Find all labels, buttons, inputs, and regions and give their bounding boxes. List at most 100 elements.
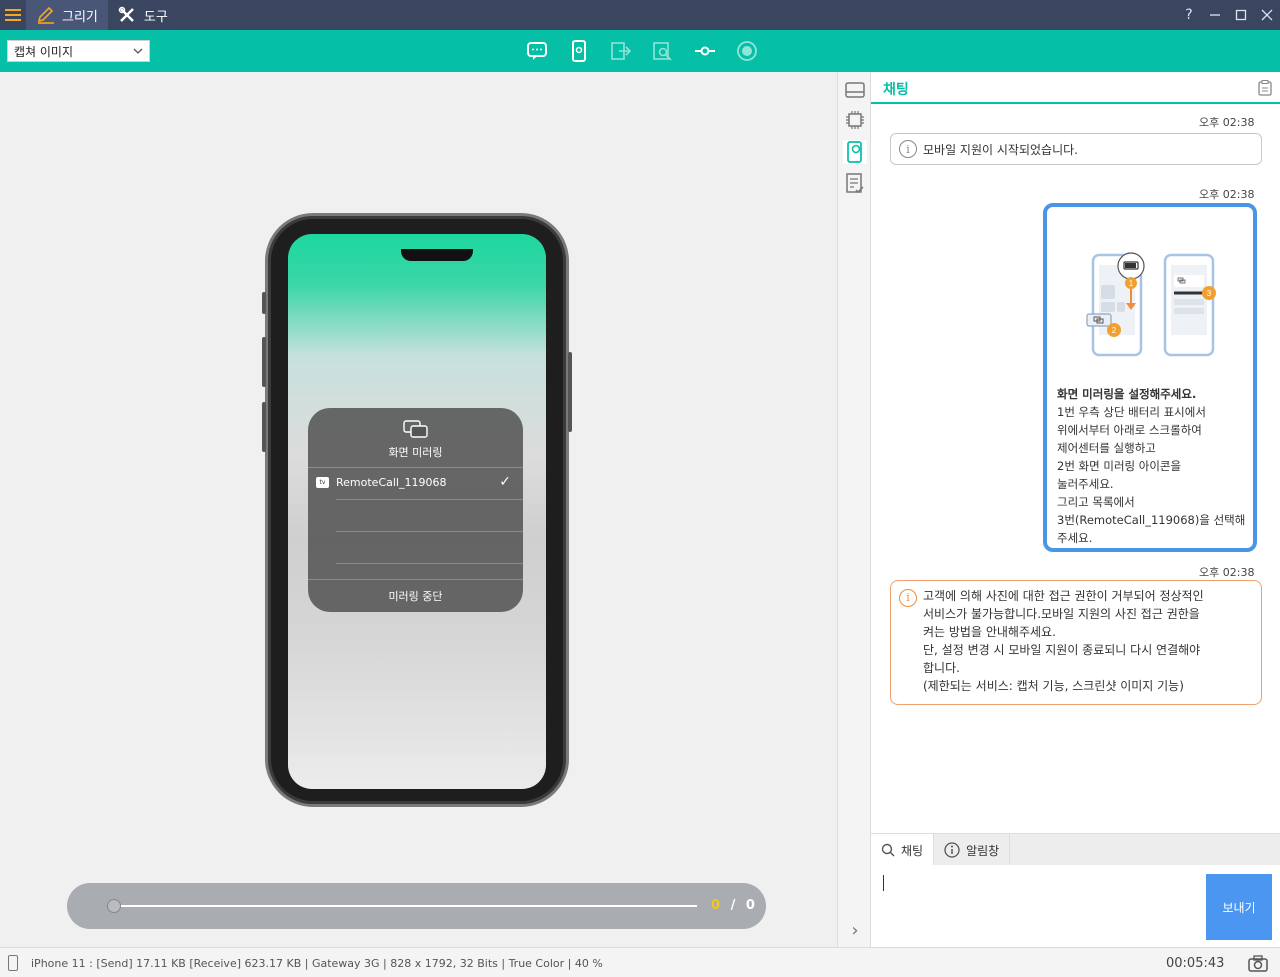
chat-panel: 채팅 오후 02:38 i 모바일 지원이 시작되었습니다. 오후 02:38 …: [871, 72, 1280, 947]
guide-badge-2: 2: [1112, 326, 1117, 335]
message-time: 오후 02:38: [1199, 116, 1255, 129]
warning-message: i 고객에 의해 사진에 대한 접근 권한이 거부되어 정상적인 서비스가 불가…: [890, 580, 1262, 705]
minimize-button[interactable]: [1202, 0, 1228, 30]
text-caret: [883, 875, 884, 891]
guide-line: 3번(RemoteCall_119068)을 선택해: [1057, 513, 1246, 527]
mobile-device-icon[interactable]: [563, 38, 595, 64]
playback-separator: /: [730, 898, 736, 913]
playback-total: 0: [745, 898, 755, 913]
chip-icon[interactable]: [843, 108, 867, 132]
screen-mirroring-icon: [403, 420, 429, 441]
link-icon[interactable]: [689, 38, 721, 64]
playback-knob[interactable]: [107, 899, 121, 913]
guide-line: 그리고 목록에서: [1057, 495, 1135, 509]
mirroring-guide-illustration: 1 2 3: [1086, 252, 1216, 357]
toolbar: 캡쳐 이미지: [0, 30, 1280, 72]
guide-text: 화면 미러링을 설정해주세요. 1번 우측 상단 배터리 표시에서 위에서부터 …: [1057, 385, 1257, 547]
help-button[interactable]: ?: [1176, 0, 1202, 30]
record-icon[interactable]: [731, 38, 763, 64]
phone-notch: [401, 249, 473, 261]
side-tool-strip: ›: [838, 72, 871, 947]
tab-notifications-label: 알림창: [966, 843, 1000, 858]
system-message-text: 모바일 지원이 시작되었습니다.: [923, 142, 1078, 157]
zoom-doc-icon[interactable]: [647, 38, 679, 64]
warning-line: 켜는 방법을 안내해주세요.: [923, 625, 1056, 639]
guide-title: 화면 미러링을 설정해주세요.: [1057, 387, 1197, 401]
close-button[interactable]: [1254, 0, 1280, 30]
chat-input-area: 보내기: [871, 865, 1280, 947]
info-icon: i: [899, 140, 917, 158]
search-icon: [881, 843, 895, 857]
divider: [308, 579, 523, 580]
warning-line: 단, 설정 변경 시 모바일 지원이 종료되니 다시 연결해야: [923, 643, 1201, 657]
tab-draw-label: 그리기: [62, 9, 98, 25]
screen-mirroring-panel: 화면 미러링 tv RemoteCall_119068 ✓ 미러링 중단: [308, 408, 523, 612]
phone-silent-switch: [262, 292, 266, 314]
phone-volume-down: [262, 402, 266, 452]
tab-draw[interactable]: 그리기: [26, 0, 108, 30]
guide-line: 1번 우측 상단 배터리 표시에서: [1057, 405, 1206, 419]
playback-current: 0: [711, 898, 721, 913]
guide-line: 눌러주세요.: [1057, 477, 1114, 491]
guide-line: 2번 화면 미러링 아이콘을: [1057, 459, 1182, 473]
mobile-support-icon[interactable]: [843, 140, 867, 164]
phone-volume-up: [262, 337, 266, 387]
title-bar: 그리기 도구 ?: [0, 0, 1280, 30]
chat-tabs: 채팅 알림창: [871, 833, 1280, 866]
exit-icon[interactable]: [605, 38, 637, 64]
remote-screen-viewer: 화면 미러링 tv RemoteCall_119068 ✓ 미러링 중단 0 /…: [0, 72, 838, 947]
phone-power-button: [568, 352, 572, 432]
camera-icon[interactable]: [1248, 954, 1268, 975]
capture-select-value: 캡쳐 이미지: [14, 44, 74, 59]
guide-badge-3: 3: [1207, 289, 1212, 298]
collapse-chevron-icon[interactable]: ›: [843, 918, 867, 942]
chat-title: 채팅: [883, 82, 909, 98]
connection-status: iPhone 11 : [Send] 17.11 KB [Receive] 62…: [31, 957, 603, 970]
message-time: 오후 02:38: [1199, 188, 1255, 201]
chat-header: 채팅: [871, 72, 1280, 104]
guide-badge-1: 1: [1129, 279, 1134, 288]
capture-select[interactable]: 캡쳐 이미지: [7, 40, 150, 62]
warning-line: (제한되는 서비스: 캡처 기능, 스크린샷 이미지 기능): [923, 679, 1184, 693]
warning-line: 고객에 의해 사진에 대한 접근 권한이 거부되어 정상적인: [923, 589, 1204, 603]
divider: [336, 563, 523, 564]
checkmark-icon: ✓: [499, 474, 511, 490]
chevron-down-icon: [133, 46, 143, 57]
tab-notifications[interactable]: 알림창: [934, 834, 1011, 866]
warning-line: 합니다.: [923, 661, 960, 675]
apple-tv-icon: tv: [316, 477, 329, 488]
mirroring-device-name[interactable]: RemoteCall_119068: [336, 476, 446, 489]
hamburger-menu-icon[interactable]: [0, 0, 26, 30]
mirroring-guide-message: 1 2 3 화면 미러링을 설정해주세요. 1번 우측 상단 배터리 표시에서 …: [1043, 203, 1257, 552]
playback-track[interactable]: [113, 905, 697, 907]
guide-line: 제어센터를 실행하고: [1057, 441, 1156, 455]
chat-bubble-icon[interactable]: [521, 38, 553, 64]
warning-info-icon: i: [899, 589, 917, 607]
tab-tools[interactable]: 도구: [108, 0, 178, 30]
system-message: i 모바일 지원이 시작되었습니다.: [890, 133, 1262, 165]
drive-icon[interactable]: [843, 78, 867, 102]
send-button[interactable]: 보내기: [1206, 874, 1272, 940]
chat-input[interactable]: [879, 873, 1199, 939]
clipboard-icon[interactable]: [1258, 80, 1272, 99]
stop-mirroring-button[interactable]: 미러링 중단: [308, 588, 523, 604]
divider: [308, 467, 523, 468]
divider: [336, 499, 523, 500]
tab-chat-label: 채팅: [901, 843, 924, 858]
tab-chat[interactable]: 채팅: [871, 834, 935, 866]
guide-line: 주세요.: [1057, 531, 1093, 545]
maximize-button[interactable]: [1228, 0, 1254, 30]
status-bar: iPhone 11 : [Send] 17.11 KB [Receive] 62…: [0, 947, 1280, 977]
mirroring-title: 화면 미러링: [388, 446, 443, 459]
phone-status-icon: [8, 955, 18, 971]
tools-icon: [118, 6, 134, 22]
guide-line: 위에서부터 아래로 스크롤하여: [1057, 423, 1202, 437]
playback-bar: 0 / 0: [67, 883, 766, 929]
tab-tools-label: 도구: [143, 9, 168, 25]
checklist-icon[interactable]: [843, 172, 867, 196]
playback-counter: 0 / 0: [711, 898, 755, 913]
warning-line: 서비스가 불가능합니다.모바일 지원의 사진 접근 권한을: [923, 607, 1200, 621]
message-time: 오후 02:38: [1199, 566, 1255, 579]
info-icon: [944, 842, 960, 858]
divider: [336, 531, 523, 532]
